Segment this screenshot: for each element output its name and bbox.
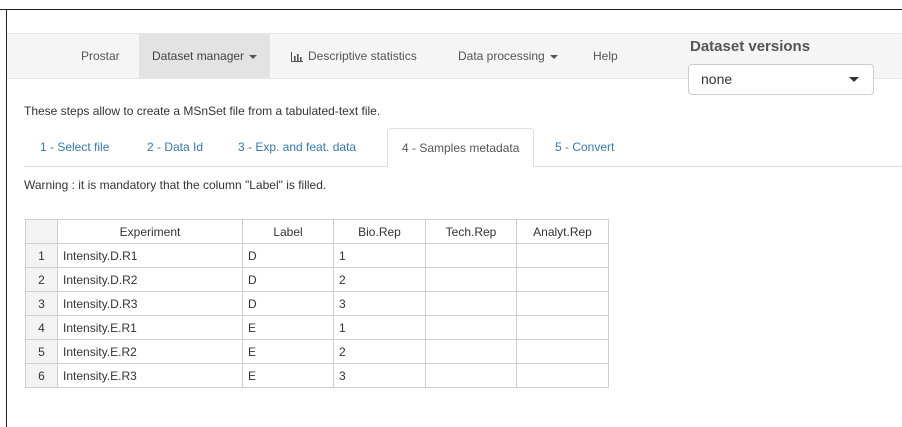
cell-bio-rep[interactable]: 3 bbox=[333, 291, 426, 316]
dataset-versions-title: Dataset versions bbox=[690, 38, 811, 55]
cell-label[interactable]: D bbox=[242, 267, 334, 292]
cell-label[interactable]: E bbox=[242, 315, 334, 340]
caret-down-icon bbox=[249, 54, 258, 59]
header-analyt-rep: Analyt.Rep bbox=[516, 219, 609, 244]
nav-help[interactable]: Help bbox=[593, 34, 618, 78]
table-header-row: Experiment Label Bio.Rep Tech.Rep Analyt… bbox=[25, 219, 609, 244]
header-label: Label bbox=[242, 219, 334, 244]
cell-label[interactable]: D bbox=[242, 243, 334, 268]
tab-exp-feat-data[interactable]: 3 - Exp. and feat. data bbox=[238, 128, 356, 166]
cell-tech-rep[interactable] bbox=[425, 315, 517, 340]
nav-prostar-label: Prostar bbox=[81, 49, 120, 63]
header-tech-rep: Tech.Rep bbox=[425, 219, 517, 244]
nav-descriptive-statistics-label: Descriptive statistics bbox=[308, 49, 417, 63]
nav-data-processing[interactable]: Data processing bbox=[458, 34, 558, 78]
window-border-top bbox=[0, 9, 902, 10]
row-number: 1 bbox=[25, 243, 58, 268]
cell-tech-rep[interactable] bbox=[425, 291, 517, 316]
dataset-versions-select[interactable]: none bbox=[688, 64, 874, 95]
intro-text: These steps allow to create a MSnSet fil… bbox=[24, 104, 381, 118]
nav-descriptive-statistics[interactable]: Descriptive statistics bbox=[291, 34, 417, 78]
cell-experiment[interactable]: Intensity.D.R2 bbox=[57, 267, 243, 292]
cell-bio-rep[interactable]: 2 bbox=[333, 267, 426, 292]
cell-experiment[interactable]: Intensity.D.R1 bbox=[57, 243, 243, 268]
table-row: 1 Intensity.D.R1 D 1 bbox=[25, 243, 609, 268]
table-row: 2 Intensity.D.R2 D 2 bbox=[25, 267, 609, 292]
table-row: 3 Intensity.D.R3 D 3 bbox=[25, 291, 609, 316]
cell-bio-rep[interactable]: 2 bbox=[333, 339, 426, 364]
row-number: 4 bbox=[25, 315, 58, 340]
cell-analyt-rep[interactable] bbox=[516, 363, 609, 388]
nav-dataset-manager-label: Dataset manager bbox=[152, 49, 245, 63]
cell-experiment[interactable]: Intensity.E.R3 bbox=[57, 363, 243, 388]
nav-data-processing-label: Data processing bbox=[458, 49, 545, 63]
table-row: 4 Intensity.E.R1 E 1 bbox=[25, 315, 609, 340]
tab-data-id[interactable]: 2 - Data Id bbox=[147, 128, 203, 166]
cell-experiment[interactable]: Intensity.D.R3 bbox=[57, 291, 243, 316]
warning-text: Warning : it is mandatory that the colum… bbox=[24, 178, 327, 192]
tab-samples-metadata[interactable]: 4 - Samples metadata bbox=[387, 128, 535, 167]
cell-tech-rep[interactable] bbox=[425, 339, 517, 364]
cell-analyt-rep[interactable] bbox=[516, 339, 609, 364]
dataset-versions-selected: none bbox=[701, 71, 733, 87]
header-bio-rep: Bio.Rep bbox=[333, 219, 426, 244]
cell-analyt-rep[interactable] bbox=[516, 315, 609, 340]
table-row: 6 Intensity.E.R3 E 3 bbox=[25, 363, 609, 388]
cell-label[interactable]: E bbox=[242, 339, 334, 364]
cell-analyt-rep[interactable] bbox=[516, 291, 609, 316]
samples-metadata-table: Experiment Label Bio.Rep Tech.Rep Analyt… bbox=[25, 219, 609, 388]
row-number: 5 bbox=[25, 339, 58, 364]
header-rownum bbox=[25, 219, 58, 244]
cell-experiment[interactable]: Intensity.E.R1 bbox=[57, 315, 243, 340]
bar-chart-icon bbox=[291, 51, 303, 62]
nav-dataset-manager[interactable]: Dataset manager bbox=[139, 34, 271, 78]
steps-tabs: 1 - Select file 2 - Data Id 3 - Exp. and… bbox=[24, 128, 902, 167]
nav-prostar[interactable]: Prostar bbox=[81, 34, 120, 78]
nav-help-label: Help bbox=[593, 49, 618, 63]
table-row: 5 Intensity.E.R2 E 2 bbox=[25, 339, 609, 364]
row-number: 6 bbox=[25, 363, 58, 388]
cell-experiment[interactable]: Intensity.E.R2 bbox=[57, 339, 243, 364]
row-number: 2 bbox=[25, 267, 58, 292]
cell-label[interactable]: D bbox=[242, 291, 334, 316]
cell-bio-rep[interactable]: 1 bbox=[333, 315, 426, 340]
cell-bio-rep[interactable]: 1 bbox=[333, 243, 426, 268]
header-experiment: Experiment bbox=[57, 219, 243, 244]
caret-down-icon bbox=[849, 77, 859, 82]
tab-convert[interactable]: 5 - Convert bbox=[555, 128, 614, 166]
cell-tech-rep[interactable] bbox=[425, 267, 517, 292]
tab-select-file[interactable]: 1 - Select file bbox=[40, 128, 109, 166]
row-number: 3 bbox=[25, 291, 58, 316]
cell-label[interactable]: E bbox=[242, 363, 334, 388]
cell-tech-rep[interactable] bbox=[425, 363, 517, 388]
cell-analyt-rep[interactable] bbox=[516, 243, 609, 268]
caret-down-icon bbox=[549, 54, 558, 59]
cell-analyt-rep[interactable] bbox=[516, 267, 609, 292]
cell-tech-rep[interactable] bbox=[425, 243, 517, 268]
cell-bio-rep[interactable]: 3 bbox=[333, 363, 426, 388]
